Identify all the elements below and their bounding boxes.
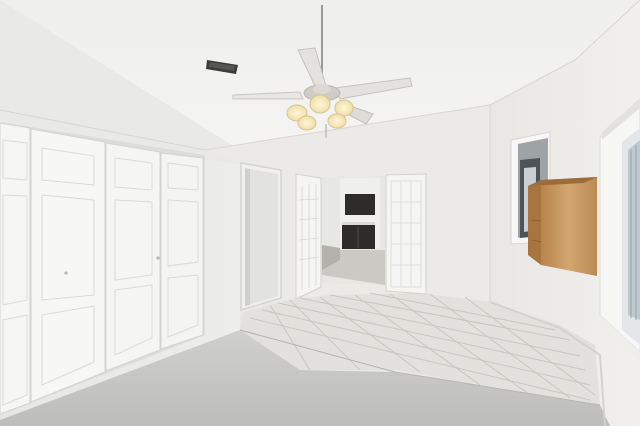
closet-door-4: [160, 152, 204, 350]
fan-light-4: [297, 115, 317, 131]
fan-light-2: [309, 94, 331, 114]
kitchen-doorway: [320, 176, 385, 285]
window-large: [599, 98, 640, 362]
french-door-left: [295, 173, 322, 300]
fan-light-5: [327, 113, 347, 129]
room-photo: [0, 0, 640, 426]
photo-scene: [0, 0, 640, 426]
wooden-wall-shelf: [528, 177, 597, 276]
closet-door-1: [0, 122, 31, 415]
hallway-doorway: [240, 162, 282, 312]
french-door-right: [385, 173, 427, 295]
kitchen-upper-cabinet: [345, 194, 375, 215]
